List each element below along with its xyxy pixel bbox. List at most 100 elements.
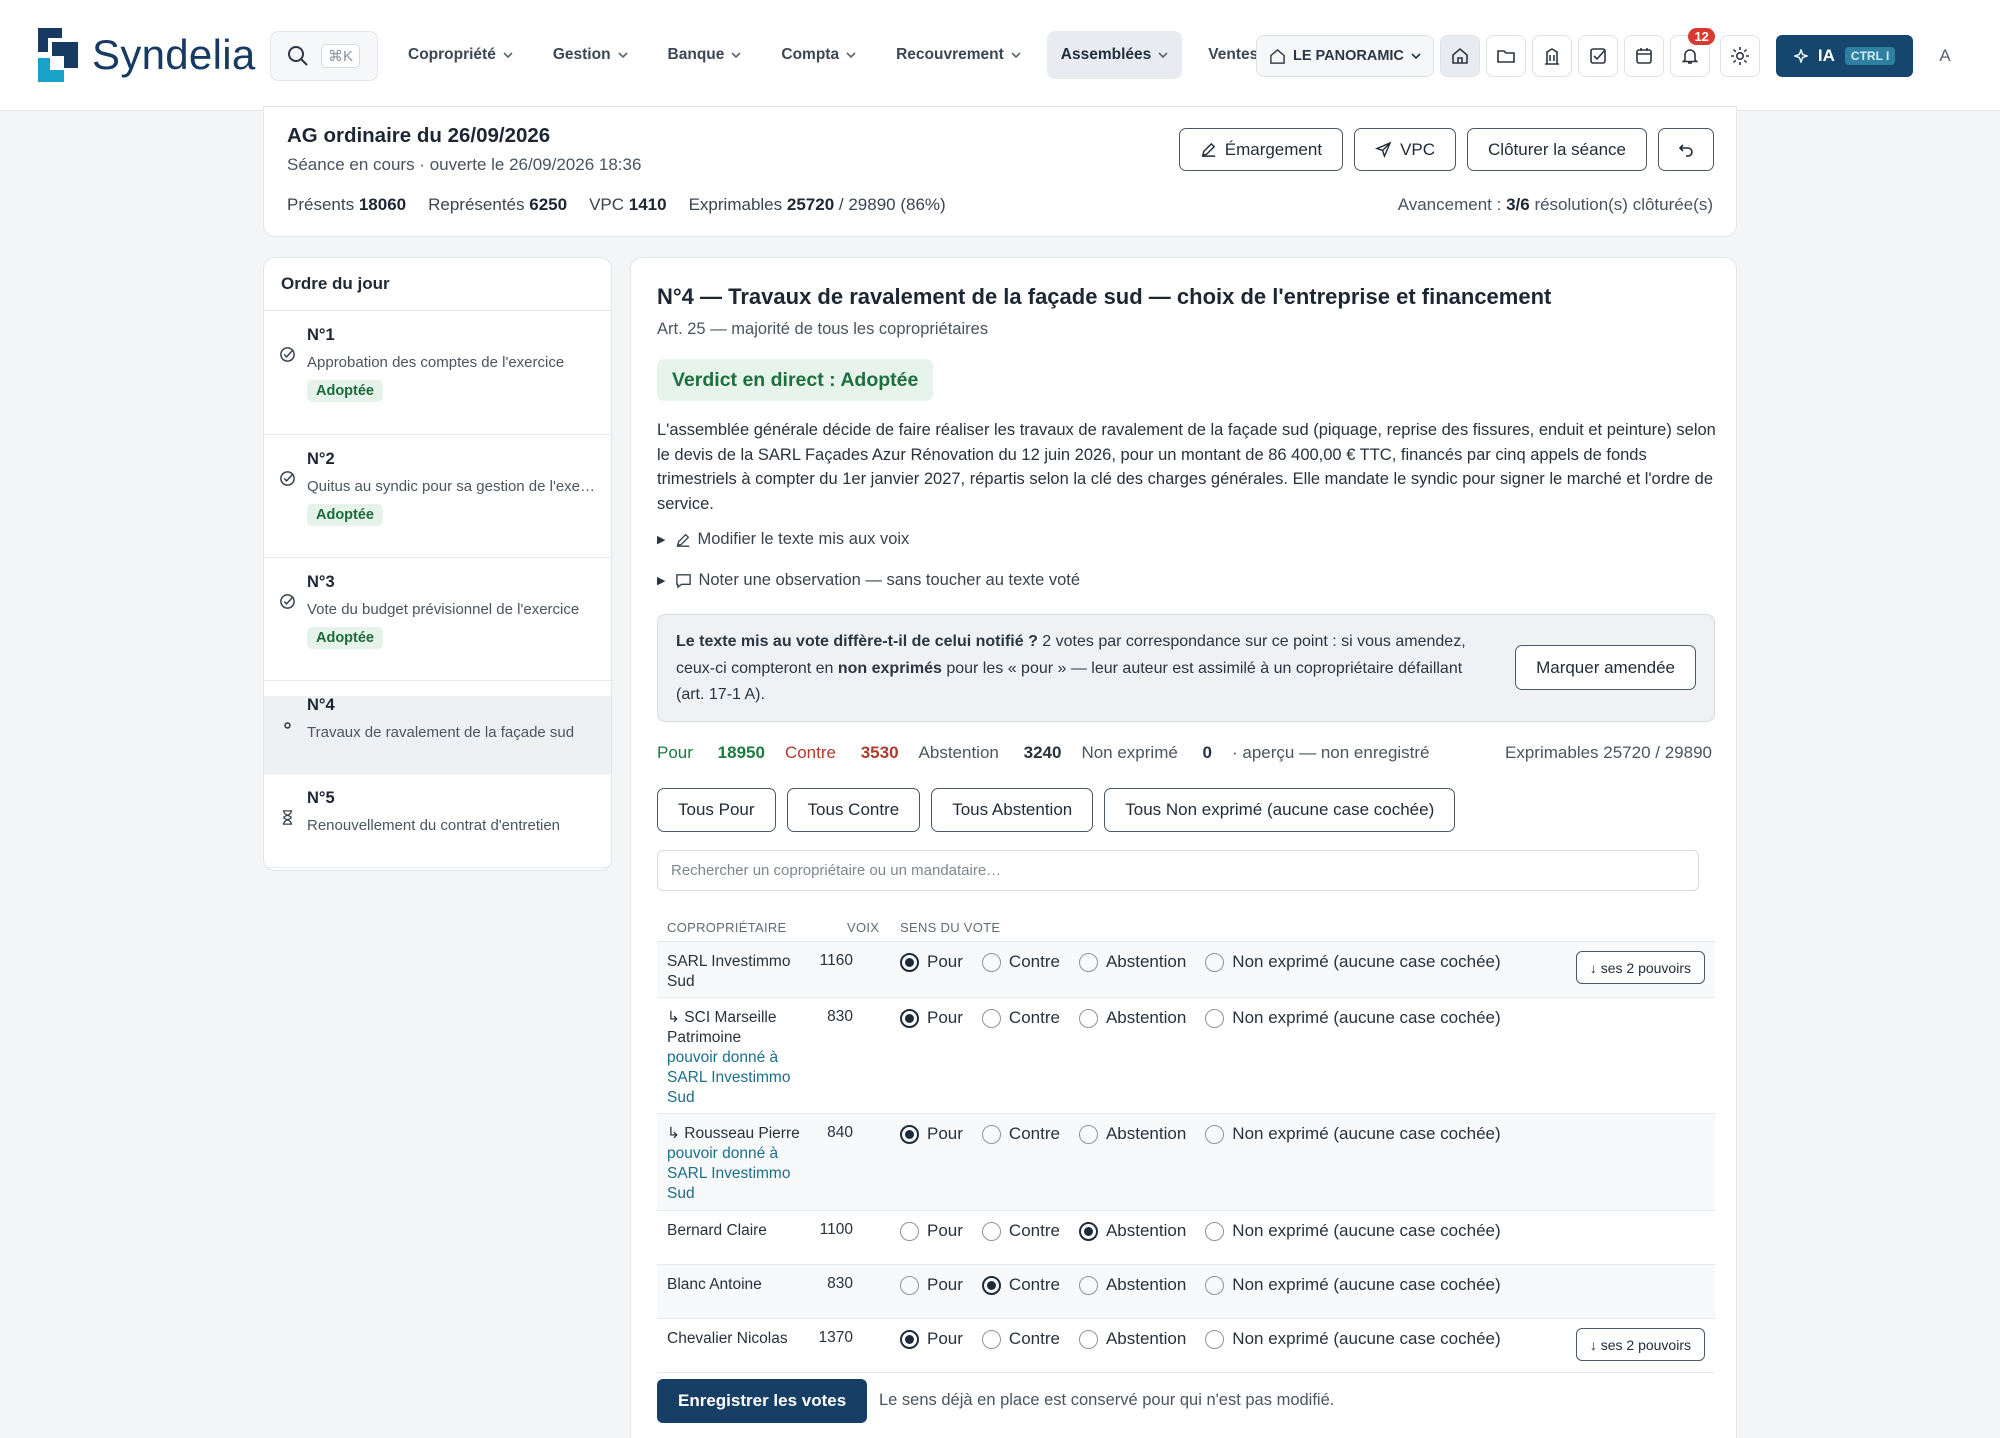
vote-radio-0[interactable]: Pour [900,952,963,972]
radio-circle[interactable] [1205,1329,1225,1349]
vote-radio-3[interactable]: Non exprimé (aucune case cochée) [1205,952,1501,972]
radio-circle[interactable] [1078,1008,1098,1028]
owner-search-input[interactable] [657,850,1699,891]
vote-options: Pour Contre Abstention Non exprimé (aucune … [900,952,1520,972]
settings-button[interactable] [1719,35,1760,77]
vote-radio-2[interactable]: Abstention [1078,1275,1186,1295]
radio-circle[interactable] [1205,1008,1225,1028]
nav-item-4[interactable]: Recouvrement [882,31,1035,79]
vote-radio-3[interactable]: Non exprimé (aucune case cochée) [1205,1221,1501,1241]
nav-item-0[interactable]: Copropriété [394,31,527,79]
nav-item-3[interactable]: Compta [767,31,870,79]
bulk-vote-button-0[interactable]: Tous Pour [657,788,776,832]
resolution-panel: N°4 — Travaux de ravalement de la façade… [630,257,1737,1438]
vote-radio-2[interactable]: Abstention [1078,1008,1186,1028]
calendar-button[interactable] [1623,35,1664,77]
count-contre: Contre 3530 [784,743,899,762]
count-abstention: Abstention 3240 [918,743,1062,762]
radio-circle[interactable] [900,1221,919,1241]
radio-circle[interactable] [900,1124,919,1144]
radio-circle[interactable] [1078,1329,1098,1349]
radio-circle[interactable] [900,1275,919,1295]
logo-mark-icon [38,28,78,82]
radio-circle[interactable] [981,1008,1001,1028]
building-icon [1544,48,1559,65]
avatar[interactable]: A [1939,46,1950,66]
vote-radio-0[interactable]: Pour [900,1275,963,1295]
vote-radio-1[interactable]: Contre [981,1124,1060,1144]
radio-circle[interactable] [900,1329,919,1349]
vote-radio-1[interactable]: Contre [981,1221,1060,1241]
radio-circle[interactable] [900,952,919,972]
copro-selector[interactable]: LE PANORAMIC [1256,35,1434,77]
documents-button[interactable] [1485,35,1526,77]
nav-item-1[interactable]: Gestion [539,31,642,79]
radio-circle[interactable] [981,1275,1001,1295]
vote-radio-1[interactable]: Contre [981,1275,1060,1295]
agenda-item-2[interactable]: N°2 Quitus au syndic pour sa gestion de l… [264,450,611,558]
radio-circle[interactable] [1078,1124,1098,1144]
radio-circle[interactable] [1078,952,1098,972]
vote-radio-0[interactable]: Pour [900,1221,963,1241]
radio-circle[interactable] [1205,1221,1225,1241]
emargement-button[interactable]: Émargement [1178,128,1344,171]
vote-radio-1[interactable]: Contre [981,1008,1060,1028]
radio-circle[interactable] [1205,1124,1225,1144]
vote-radio-0[interactable]: Pour [900,1124,963,1144]
nav-item-2[interactable]: Banque [654,31,756,79]
vote-radio-1[interactable]: Contre [981,1329,1060,1349]
close-session-button[interactable]: Clôturer la séance [1467,128,1647,171]
agenda-item-3[interactable]: N°3 Vote du budget prévisionnel de l'exer… [264,573,611,681]
vote-radio-3[interactable]: Non exprimé (aucune case cochée) [1205,1008,1501,1028]
save-votes-button[interactable]: Enregistrer les votes [657,1379,868,1423]
edit-text-toggle[interactable]: ▶ Modifier le texte mis aux voix [657,530,909,549]
radio-circle[interactable] [981,952,1001,972]
bulk-vote-button-1[interactable]: Tous Contre [786,788,921,832]
radio-circle[interactable] [1205,952,1225,972]
show-proxies-button[interactable]: ↓ ses 2 pouvoirs [1575,951,1705,984]
radio-circle[interactable] [900,1008,919,1028]
agenda-item-text: Approbation des comptes de l'exercice [307,354,565,371]
vote-radio-1[interactable]: Contre [981,952,1060,972]
agenda-item-number: N°4 [307,696,335,714]
tasks-button[interactable] [1577,35,1618,77]
bulk-vote-button-2[interactable]: Tous Abstention [931,788,1094,832]
notifications-button[interactable]: 12 [1669,28,1715,77]
voix-cell: 1160 [819,952,853,969]
radio-circle[interactable] [1078,1275,1098,1295]
undo-button[interactable] [1658,128,1714,171]
vote-radio-3[interactable]: Non exprimé (aucune case cochée) [1205,1275,1501,1295]
nav-item-5[interactable]: Assemblées [1046,31,1183,79]
mark-amended-button[interactable]: Marquer amendée [1515,645,1696,690]
vpc-button[interactable]: VPC [1354,128,1457,171]
radio-circle[interactable] [981,1221,1001,1241]
vote-radio-0[interactable]: Pour [900,1008,963,1028]
radio-circle[interactable] [1078,1221,1098,1241]
radio-circle[interactable] [1205,1275,1225,1295]
toolbar: LE PANORAMIC 12 IA CTRL I A [1256,28,1951,77]
global-search-button[interactable]: ⌘K [270,31,378,81]
bulk-vote-button-3[interactable]: Tous Non exprimé (aucune case cochée) [1104,788,1456,832]
agenda-item-1[interactable]: N°1 Approbation des comptes de l'exercice… [264,326,611,435]
show-proxies-button[interactable]: ↓ ses 2 pouvoirs [1575,1328,1705,1361]
radio-circle[interactable] [981,1329,1001,1349]
building-button[interactable] [1531,35,1572,77]
vote-radio-3[interactable]: Non exprimé (aucune case cochée) [1205,1329,1501,1349]
vote-radio-2[interactable]: Abstention [1078,952,1186,972]
vote-radio-3[interactable]: Non exprimé (aucune case cochée) [1205,1124,1501,1144]
chevron-down-icon [1158,52,1168,59]
vote-radio-2[interactable]: Abstention [1078,1124,1186,1144]
vote-radio-2[interactable]: Abstention [1078,1329,1186,1349]
vote-radio-2[interactable]: Abstention [1078,1221,1186,1241]
logo[interactable]: Syndelia [38,28,256,82]
observation-toggle[interactable]: ▶ Noter une observation — sans toucher a… [657,571,1080,590]
chevron-down-icon [503,52,513,59]
check-square-icon [1590,48,1606,64]
sparkle-icon [1793,49,1808,63]
agenda-item-5[interactable]: N°5 Renouvellement du contrat d'entretien [264,789,611,868]
radio-circle[interactable] [981,1124,1001,1144]
agenda-item-4[interactable]: N°4 Travaux de ravalement de la façade su… [264,696,611,774]
vote-radio-0[interactable]: Pour [900,1329,963,1349]
home-button[interactable] [1439,35,1480,77]
ia-assistant-button[interactable]: IA CTRL I [1775,35,1914,77]
